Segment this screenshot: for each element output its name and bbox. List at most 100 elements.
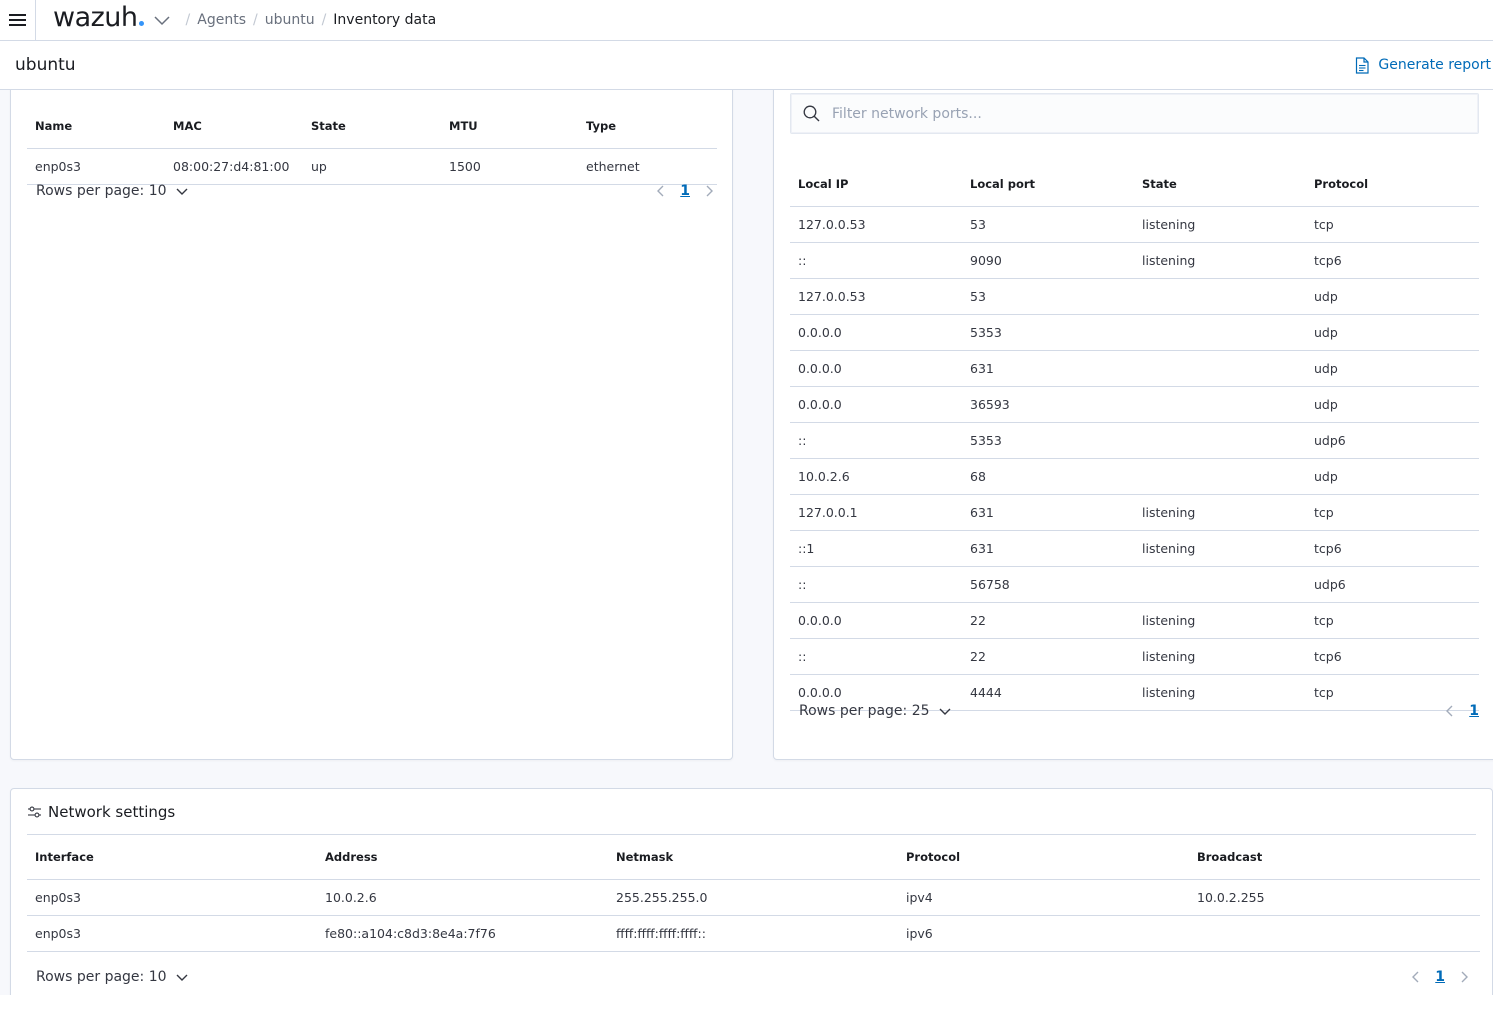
table-row[interactable]: 0.0.0.0 631 udp [790,350,1479,387]
table-row[interactable]: :: 56758 udp6 [790,566,1479,603]
table-cell: ethernet [578,148,717,185]
table-cell: udp [1306,350,1479,387]
table-row[interactable]: 127.0.0.53 53 listening tcp [790,206,1479,243]
table-cell: 08:00:27:d4:81:00 [165,148,303,185]
table-row[interactable]: enp0s3 08:00:27:d4:81:00 up 1500 etherne… [27,148,717,185]
menu-button[interactable] [0,0,36,41]
table-cell: 5353 [962,422,1134,459]
breadcrumb-agent[interactable]: ubuntu [265,12,315,28]
column-header-name[interactable]: Name [27,105,165,149]
column-header-netmask[interactable]: Netmask [608,836,898,880]
table-cell: udp [1306,314,1479,351]
table-cell: 22 [962,602,1134,639]
filter-network-ports-search[interactable] [790,93,1479,134]
table-cell: 9090 [962,242,1134,279]
column-header-mtu[interactable]: MTU [441,105,578,149]
network-ports-table-body: 127.0.0.53 53 listening tcp:: 9090 listening t… [790,206,1479,711]
network-settings-table: Interface Address Netmask Protocol Broad… [27,836,1480,952]
table-cell [1134,278,1306,315]
table-cell [1189,915,1480,952]
next-page-button[interactable] [1459,970,1469,984]
table-row[interactable]: 0.0.0.0 5353 udp [790,314,1479,351]
page-navigation: 1 [1445,703,1493,719]
column-header-state[interactable]: State [303,105,441,149]
search-input[interactable] [832,105,1432,122]
table-cell: 631 [962,350,1134,387]
settings-sliders-icon [28,806,41,817]
pagination-bar: Rows per page: 25 1 [799,703,1493,719]
table-cell: tcp [1306,206,1479,243]
table-cell: listening [1134,242,1306,279]
table-row[interactable]: 10.0.2.6 68 udp [790,458,1479,495]
table-cell: tcp [1306,494,1479,531]
column-header-broadcast[interactable]: Broadcast [1189,836,1480,880]
network-settings-title: Network settings [48,802,176,821]
table-row[interactable]: :: 5353 udp6 [790,422,1479,459]
column-header-local-port[interactable]: Local port [962,163,1134,207]
table-row[interactable]: 127.0.0.1 631 listening tcp [790,494,1479,531]
table-row[interactable]: 0.0.0.0 22 listening tcp [790,602,1479,639]
table-cell: 255.255.255.0 [608,879,898,916]
logo-text: wazuh [53,1,138,33]
network-interfaces-panel: Name MAC State MTU Type enp0s3 08:00:27:… [10,90,733,760]
column-header-local-ip[interactable]: Local IP [790,163,962,207]
network-ports-panel: Local IP Local port State Protocol 127.0… [773,90,1493,760]
page-navigation: 1 [656,183,714,199]
table-cell: :: [790,566,962,603]
previous-page-button[interactable] [656,184,666,198]
wazuh-logo[interactable]: wazuh [53,4,144,31]
table-header-row: Interface Address Netmask Protocol Broad… [27,836,1480,880]
column-header-type[interactable]: Type [578,105,717,149]
table-cell: 127.0.0.53 [790,278,962,315]
column-header-interface[interactable]: Interface [27,836,317,880]
chevron-down-icon [154,16,170,26]
page-navigation: 1 [1411,969,1469,985]
table-cell [1134,422,1306,459]
table-row[interactable]: enp0s3 fe80::a104:c8d3:8e4a:7f76 ffff:ff… [27,915,1480,952]
chevron-right-icon [706,185,713,197]
table-cell: 127.0.0.53 [790,206,962,243]
generate-report-button[interactable]: Generate report [1354,56,1493,74]
column-header-protocol[interactable]: Protocol [898,836,1189,880]
rows-per-page-label: Rows per page: 10 [36,183,167,199]
page-number-button[interactable]: 1 [1435,969,1445,985]
table-cell: 22 [962,638,1134,675]
column-header-state[interactable]: State [1134,163,1306,207]
logo-menu-toggle[interactable] [153,11,171,29]
pagination-bar: Rows per page: 10 1 [36,183,714,199]
table-cell: ffff:ffff:ffff:ffff:: [608,915,898,952]
previous-page-button[interactable] [1445,704,1455,718]
breadcrumb-current: Inventory data [333,12,437,28]
column-header-protocol[interactable]: Protocol [1306,163,1479,207]
table-cell [1134,314,1306,351]
table-row[interactable]: ::1 631 listening tcp6 [790,530,1479,567]
main-content[interactable]: Name MAC State MTU Type enp0s3 08:00:27:… [0,90,1493,1013]
table-cell: listening [1134,206,1306,243]
table-row[interactable]: 0.0.0.0 36593 udp [790,386,1479,423]
page-number-button[interactable]: 1 [680,183,690,199]
next-page-button[interactable] [704,184,714,198]
table-row[interactable]: enp0s3 10.0.2.6 255.255.255.0 ipv4 10.0.… [27,879,1480,916]
chevron-left-icon [1412,971,1419,983]
table-cell: listening [1134,638,1306,675]
column-header-mac[interactable]: MAC [165,105,303,149]
table-cell: 631 [962,494,1134,531]
breadcrumb-agents[interactable]: Agents [197,12,246,28]
pagination-bar: Rows per page: 10 1 [36,969,1469,985]
page-title: ubuntu [15,55,76,75]
table-cell: 127.0.0.1 [790,494,962,531]
rows-per-page-selector[interactable]: Rows per page: 10 [36,183,189,199]
table-cell: up [303,148,441,185]
previous-page-button[interactable] [1411,970,1421,984]
table-row[interactable]: 127.0.0.53 53 udp [790,278,1479,315]
table-cell: enp0s3 [27,148,165,185]
table-row[interactable]: :: 22 listening tcp6 [790,638,1479,675]
rows-per-page-selector[interactable]: Rows per page: 25 [799,703,952,719]
column-header-address[interactable]: Address [317,836,608,880]
rows-per-page-selector[interactable]: Rows per page: 10 [36,969,189,985]
table-cell: :: [790,242,962,279]
table-row[interactable]: :: 9090 listening tcp6 [790,242,1479,279]
rows-per-page-label: Rows per page: 25 [799,703,930,719]
page-number-button[interactable]: 1 [1469,703,1479,719]
network-ports-table: Local IP Local port State Protocol 127.0… [790,163,1479,711]
